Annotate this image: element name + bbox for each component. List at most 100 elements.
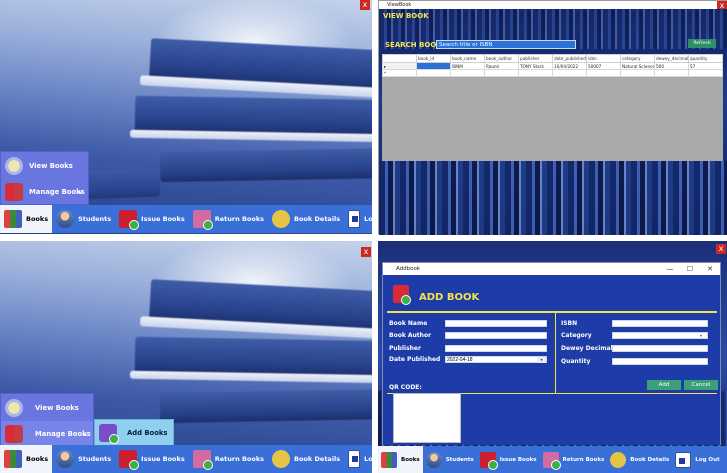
column-header[interactable]: publisher [518, 54, 553, 63]
close-icon[interactable]: x [716, 244, 726, 254]
table-cell[interactable]: 57 [688, 62, 723, 70]
taskbar-log-out[interactable]: Log Out [344, 205, 372, 233]
book-details-icon [272, 210, 291, 228]
cancel-button[interactable]: Cancel [684, 380, 718, 390]
refresh-button[interactable]: Refresh [688, 39, 716, 48]
table-cell[interactable] [416, 69, 451, 77]
column-header[interactable]: isbn [586, 54, 621, 63]
row-selector-icon[interactable]: ▸ [382, 62, 417, 70]
search-input[interactable] [436, 40, 576, 49]
quantity-input[interactable] [612, 358, 708, 365]
view-book-window: ViewBook x VIEW BOOK SEARCH BOOK Refresh… [378, 0, 727, 235]
table-cell[interactable] [484, 69, 519, 77]
table-cell[interactable] [620, 69, 655, 77]
student-avatar-icon [56, 450, 75, 468]
taskbar-students[interactable]: Students [423, 446, 477, 473]
book-name-input[interactable] [445, 320, 547, 327]
taskbar-return-books[interactable]: Return Books [189, 205, 268, 233]
taskbar-students[interactable]: Students [52, 205, 115, 233]
menu-item-label: View Books [29, 162, 73, 170]
issue-book-icon [119, 210, 140, 230]
category-select[interactable] [612, 332, 708, 339]
chevron-down-icon[interactable]: ▾ [700, 333, 707, 338]
table-cell[interactable] [552, 69, 587, 77]
table-cell[interactable] [416, 62, 451, 70]
table-cell[interactable]: 10/04/2022 [552, 62, 587, 70]
column-header[interactable]: book_author [484, 54, 519, 63]
taskbar-books[interactable]: Books [0, 205, 53, 233]
field-label: Category [561, 332, 592, 339]
main-form-panel-bottom: x View Books Manage Books ▸ Add Books Bo… [0, 241, 372, 473]
menu-item-manage-books[interactable]: Manage Books ▸ [1, 179, 88, 205]
taskbar-students[interactable]: Students [52, 445, 115, 473]
qr-code-image [393, 393, 461, 443]
taskbar-log-out[interactable]: Log Out [344, 445, 372, 473]
field-label: Book Name [389, 320, 428, 327]
close-icon[interactable]: x [360, 0, 370, 10]
column-header[interactable]: book_name [450, 54, 485, 63]
taskbar-book-details[interactable]: Book Details [268, 205, 344, 233]
taskbar-books[interactable]: Books [378, 446, 423, 473]
minimize-button[interactable]: — [660, 263, 680, 275]
taskbar-label: Log Out [364, 215, 372, 223]
table-cell[interactable]: Natural Sciences [620, 62, 655, 70]
books-grid[interactable]: book_id book_name book_author publisher … [382, 54, 723, 161]
taskbar-book-details[interactable]: Book Details [607, 446, 672, 473]
menu-item-add-books[interactable]: Add Books [95, 420, 173, 446]
taskbar-issue-books[interactable]: Issue Books [115, 205, 189, 233]
taskbar-return-books[interactable]: Return Books [189, 445, 268, 473]
taskbar-log-out[interactable]: Log Out [672, 446, 722, 473]
table-cell[interactable]: Raumi [484, 62, 519, 70]
logout-icon [348, 450, 361, 468]
table-cell[interactable] [688, 69, 723, 77]
taskbar-return-books[interactable]: Return Books [540, 446, 608, 473]
books-menu: View Books Manage Books ▸ [0, 393, 94, 447]
taskbar-label: Issue Books [141, 215, 185, 223]
add-button[interactable]: Add [647, 380, 681, 390]
taskbar-issue-books[interactable]: Issue Books [115, 445, 189, 473]
taskbar-label: Students [78, 455, 112, 463]
table-cell[interactable] [586, 69, 621, 77]
date-published-picker[interactable] [445, 356, 547, 363]
table-cell[interactable] [450, 69, 485, 77]
publisher-input[interactable] [445, 345, 547, 352]
manage-books-icon [5, 183, 23, 201]
menu-item-view-books[interactable]: View Books [1, 153, 88, 179]
close-icon[interactable]: x [361, 247, 371, 257]
field-label: Dewey Decimal [561, 345, 613, 352]
add-book-icon [393, 285, 411, 305]
main-form-panel-top: x View Books Manage Books ▸ Books Studen… [0, 0, 372, 234]
return-book-icon [192, 210, 213, 230]
taskbar-books[interactable]: Books [0, 445, 53, 473]
close-button[interactable]: ✕ [700, 263, 720, 275]
column-header[interactable]: date_published [552, 54, 587, 63]
taskbar-issue-books[interactable]: Issue Books [477, 446, 540, 473]
isbn-input[interactable] [612, 320, 708, 327]
table-new-row[interactable]: * [382, 69, 723, 77]
taskbar-book-details[interactable]: Book Details [268, 445, 344, 473]
maximize-button[interactable]: ☐ [680, 263, 700, 275]
dialog-titlebar: Addbook — ☐ ✕ [383, 263, 720, 275]
table-row[interactable]: ▸ IBNM Raumi TONY Stark 10/04/2022 50007… [382, 62, 723, 70]
menu-item-manage-books[interactable]: Manage Books ▸ [1, 421, 93, 447]
manage-books-icon [5, 425, 23, 443]
add-book-dialog: Addbook — ☐ ✕ ADD BOOK Book Name Book Au… [382, 262, 721, 445]
field-label: Publisher [389, 345, 421, 352]
table-cell[interactable]: IBNM [450, 62, 485, 70]
book-author-input[interactable] [445, 332, 547, 339]
taskbar-label: Issue Books [141, 455, 185, 463]
dewey-decimal-input[interactable] [612, 345, 708, 352]
table-cell[interactable] [654, 69, 689, 77]
table-cell[interactable]: TONY Stark [518, 62, 553, 70]
column-header[interactable]: dewey_decimal [654, 54, 689, 63]
table-cell[interactable]: 500 [654, 62, 689, 70]
column-header[interactable]: quantity [688, 54, 723, 63]
calendar-dropdown-icon[interactable]: ▾ [537, 357, 546, 363]
column-header[interactable]: book_id [416, 54, 451, 63]
column-header[interactable]: category [620, 54, 655, 63]
taskbar-label: Issue Books [499, 456, 537, 463]
divider [387, 311, 717, 313]
table-cell[interactable] [518, 69, 553, 77]
menu-item-view-books[interactable]: View Books [1, 395, 93, 421]
table-cell[interactable]: 50007 [586, 62, 621, 70]
